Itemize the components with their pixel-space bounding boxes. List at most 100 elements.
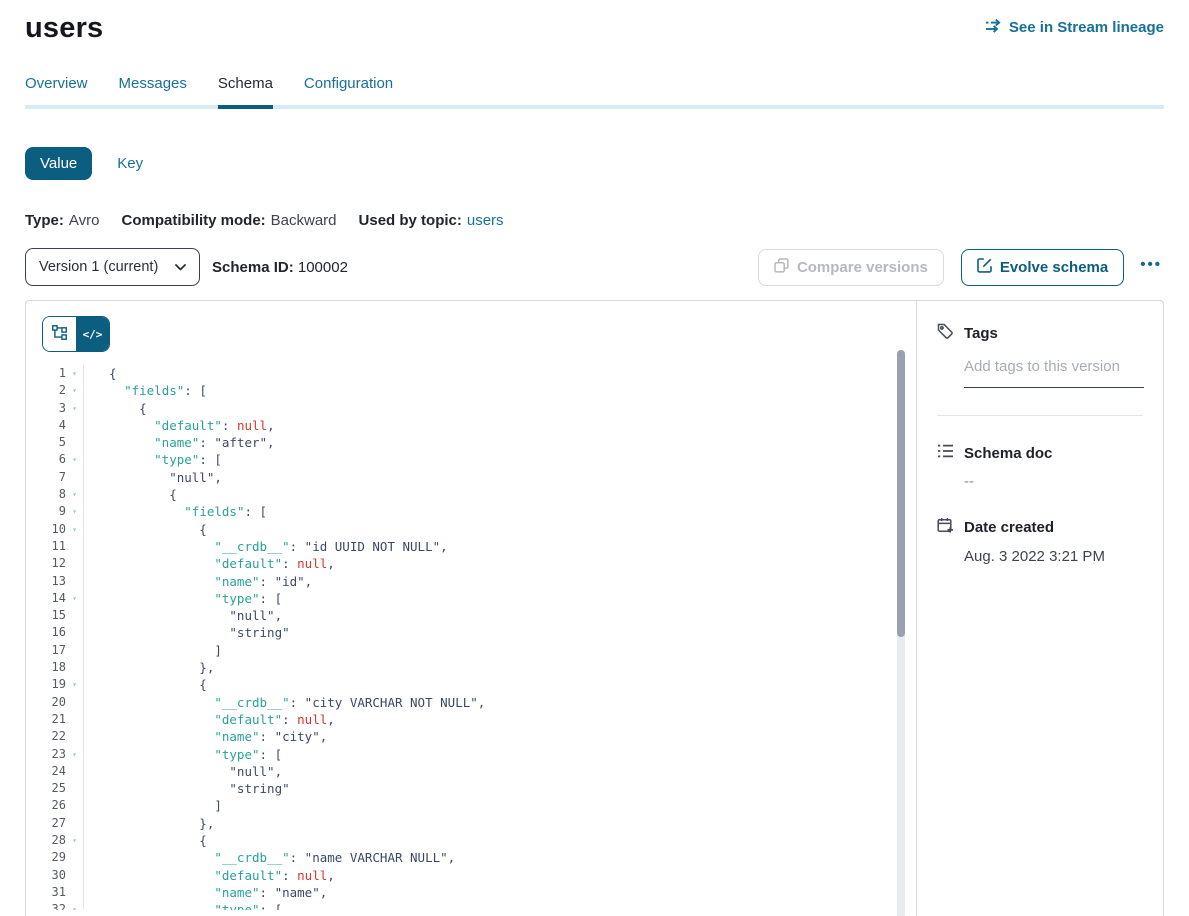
line-number: 32 bbox=[42, 901, 66, 910]
code-line: 4 "default": null, bbox=[42, 417, 916, 434]
line-number: 11 bbox=[42, 538, 66, 555]
code-line: 23▾ "type": [ bbox=[42, 746, 916, 763]
fold-arrow-icon[interactable]: ▾ bbox=[66, 521, 83, 538]
code-text: { bbox=[83, 832, 916, 849]
version-select-value: Version 1 (current) bbox=[39, 259, 158, 275]
schema-doc-heading-row: Schema doc bbox=[937, 443, 1143, 463]
line-number: 4 bbox=[42, 417, 66, 434]
fold-spacer bbox=[66, 624, 83, 641]
version-select[interactable]: Version 1 (current) bbox=[25, 248, 200, 286]
code-text: "null", bbox=[83, 763, 916, 780]
tree-view-button[interactable] bbox=[43, 317, 76, 351]
fold-spacer bbox=[66, 711, 83, 728]
fold-spacer bbox=[66, 417, 83, 434]
code-text: "__crdb__": "city VARCHAR NOT NULL", bbox=[83, 694, 916, 711]
fold-arrow-icon[interactable]: ▾ bbox=[66, 382, 83, 399]
code-text: "name": "name", bbox=[83, 884, 916, 901]
line-number: 27 bbox=[42, 815, 66, 832]
date-created-section: Date created Aug. 3 2022 3:21 PM bbox=[937, 517, 1143, 565]
date-created-heading: Date created bbox=[964, 519, 1054, 536]
line-number: 23 bbox=[42, 746, 66, 763]
code-line: 31 "name": "name", bbox=[42, 884, 916, 901]
key-toggle-button[interactable]: Key bbox=[117, 155, 143, 172]
code-line: 1▾{ bbox=[42, 365, 916, 382]
tab-configuration[interactable]: Configuration bbox=[304, 75, 393, 109]
code-line: 15 "null", bbox=[42, 607, 916, 624]
compare-versions-button[interactable]: Compare versions bbox=[758, 249, 944, 286]
line-number: 16 bbox=[42, 624, 66, 641]
fold-arrow-icon[interactable]: ▾ bbox=[66, 832, 83, 849]
sidebar-divider bbox=[937, 415, 1143, 416]
code-text: "__crdb__": "id UUID NOT NULL", bbox=[83, 538, 916, 555]
version-toolbar: Version 1 (current) Schema ID: 100002 Co… bbox=[25, 248, 1164, 286]
compatibility-field: Compatibility mode:Backward bbox=[121, 212, 336, 229]
editor-scrollbar-track[interactable] bbox=[897, 350, 905, 916]
fold-arrow-icon[interactable]: ▾ bbox=[66, 590, 83, 607]
fold-arrow-icon[interactable]: ▾ bbox=[66, 486, 83, 503]
code-line: 13 "name": "id", bbox=[42, 573, 916, 590]
calendar-plus-icon bbox=[937, 517, 954, 538]
code-text: "name": "city", bbox=[83, 728, 916, 745]
fold-spacer bbox=[66, 815, 83, 832]
type-field: Type:Avro bbox=[25, 212, 99, 229]
tab-schema[interactable]: Schema bbox=[218, 75, 273, 109]
type-value: Avro bbox=[69, 212, 100, 229]
code-view-button[interactable]: </> bbox=[76, 317, 109, 351]
evolve-schema-label: Evolve schema bbox=[1000, 259, 1108, 276]
line-number: 19 bbox=[42, 676, 66, 693]
line-number: 18 bbox=[42, 659, 66, 676]
code-text: "default": null, bbox=[83, 711, 916, 728]
add-tags-input[interactable] bbox=[964, 356, 1144, 388]
used-by-topic-field: Used by topic:users bbox=[359, 212, 504, 229]
schema-editor: </> 1▾{2▾ "fields": [3▾ {4 "default": nu… bbox=[26, 301, 916, 916]
list-icon bbox=[937, 443, 954, 463]
fold-spacer bbox=[66, 780, 83, 797]
code-text: "null", bbox=[83, 469, 916, 486]
code-text: { bbox=[83, 676, 916, 693]
fold-arrow-icon[interactable]: ▾ bbox=[66, 901, 83, 910]
date-created-heading-row: Date created bbox=[937, 517, 1143, 538]
fold-spacer bbox=[66, 694, 83, 711]
tags-heading-row: Tags bbox=[937, 323, 1143, 344]
topic-link[interactable]: users bbox=[467, 212, 504, 229]
stream-lineage-link[interactable]: See in Stream lineage bbox=[985, 18, 1164, 37]
code-text: "name": "id", bbox=[83, 573, 916, 590]
code-line: 19▾ { bbox=[42, 676, 916, 693]
code-line: 9▾ "fields": [ bbox=[42, 503, 916, 520]
code-line: 16 "string" bbox=[42, 624, 916, 641]
fold-arrow-icon[interactable]: ▾ bbox=[66, 503, 83, 520]
evolve-schema-button[interactable]: Evolve schema bbox=[961, 249, 1124, 286]
tab-bar: Overview Messages Schema Configuration bbox=[25, 75, 1164, 109]
code-text: ] bbox=[83, 797, 916, 814]
code-text: { bbox=[83, 486, 916, 503]
code-text: { bbox=[83, 365, 916, 382]
fold-arrow-icon[interactable]: ▾ bbox=[66, 676, 83, 693]
code-line: 18 }, bbox=[42, 659, 916, 676]
code-line: 17 ] bbox=[42, 642, 916, 659]
stream-lineage-icon bbox=[985, 18, 1002, 37]
fold-arrow-icon[interactable]: ▾ bbox=[66, 746, 83, 763]
details-sidebar: Tags Schema doc -- bbox=[916, 301, 1163, 916]
code-line: 29 "__crdb__": "name VARCHAR NULL", bbox=[42, 849, 916, 866]
stream-lineage-label: See in Stream lineage bbox=[1009, 19, 1164, 36]
tab-overview[interactable]: Overview bbox=[25, 75, 88, 109]
fold-arrow-icon[interactable]: ▾ bbox=[66, 365, 83, 382]
page-header: users See in Stream lineage bbox=[25, 0, 1164, 45]
code-line: 2▾ "fields": [ bbox=[42, 382, 916, 399]
code-text: ] bbox=[83, 642, 916, 659]
code-line: 22 "name": "city", bbox=[42, 728, 916, 745]
fold-arrow-icon[interactable]: ▾ bbox=[66, 400, 83, 417]
compatibility-label: Compatibility mode: bbox=[121, 212, 265, 229]
tab-underline bbox=[25, 105, 1164, 109]
line-number: 2 bbox=[42, 382, 66, 399]
fold-spacer bbox=[66, 642, 83, 659]
editor-scrollbar-thumb[interactable] bbox=[897, 350, 905, 637]
value-toggle-button[interactable]: Value bbox=[25, 147, 92, 180]
more-options-icon[interactable]: ••• bbox=[1138, 253, 1164, 282]
evolve-schema-icon bbox=[977, 258, 992, 277]
tab-messages[interactable]: Messages bbox=[119, 75, 187, 109]
code-view-icon: </> bbox=[83, 328, 103, 341]
tree-view-icon bbox=[52, 325, 67, 343]
fold-arrow-icon[interactable]: ▾ bbox=[66, 451, 83, 468]
code-line: 28▾ { bbox=[42, 832, 916, 849]
